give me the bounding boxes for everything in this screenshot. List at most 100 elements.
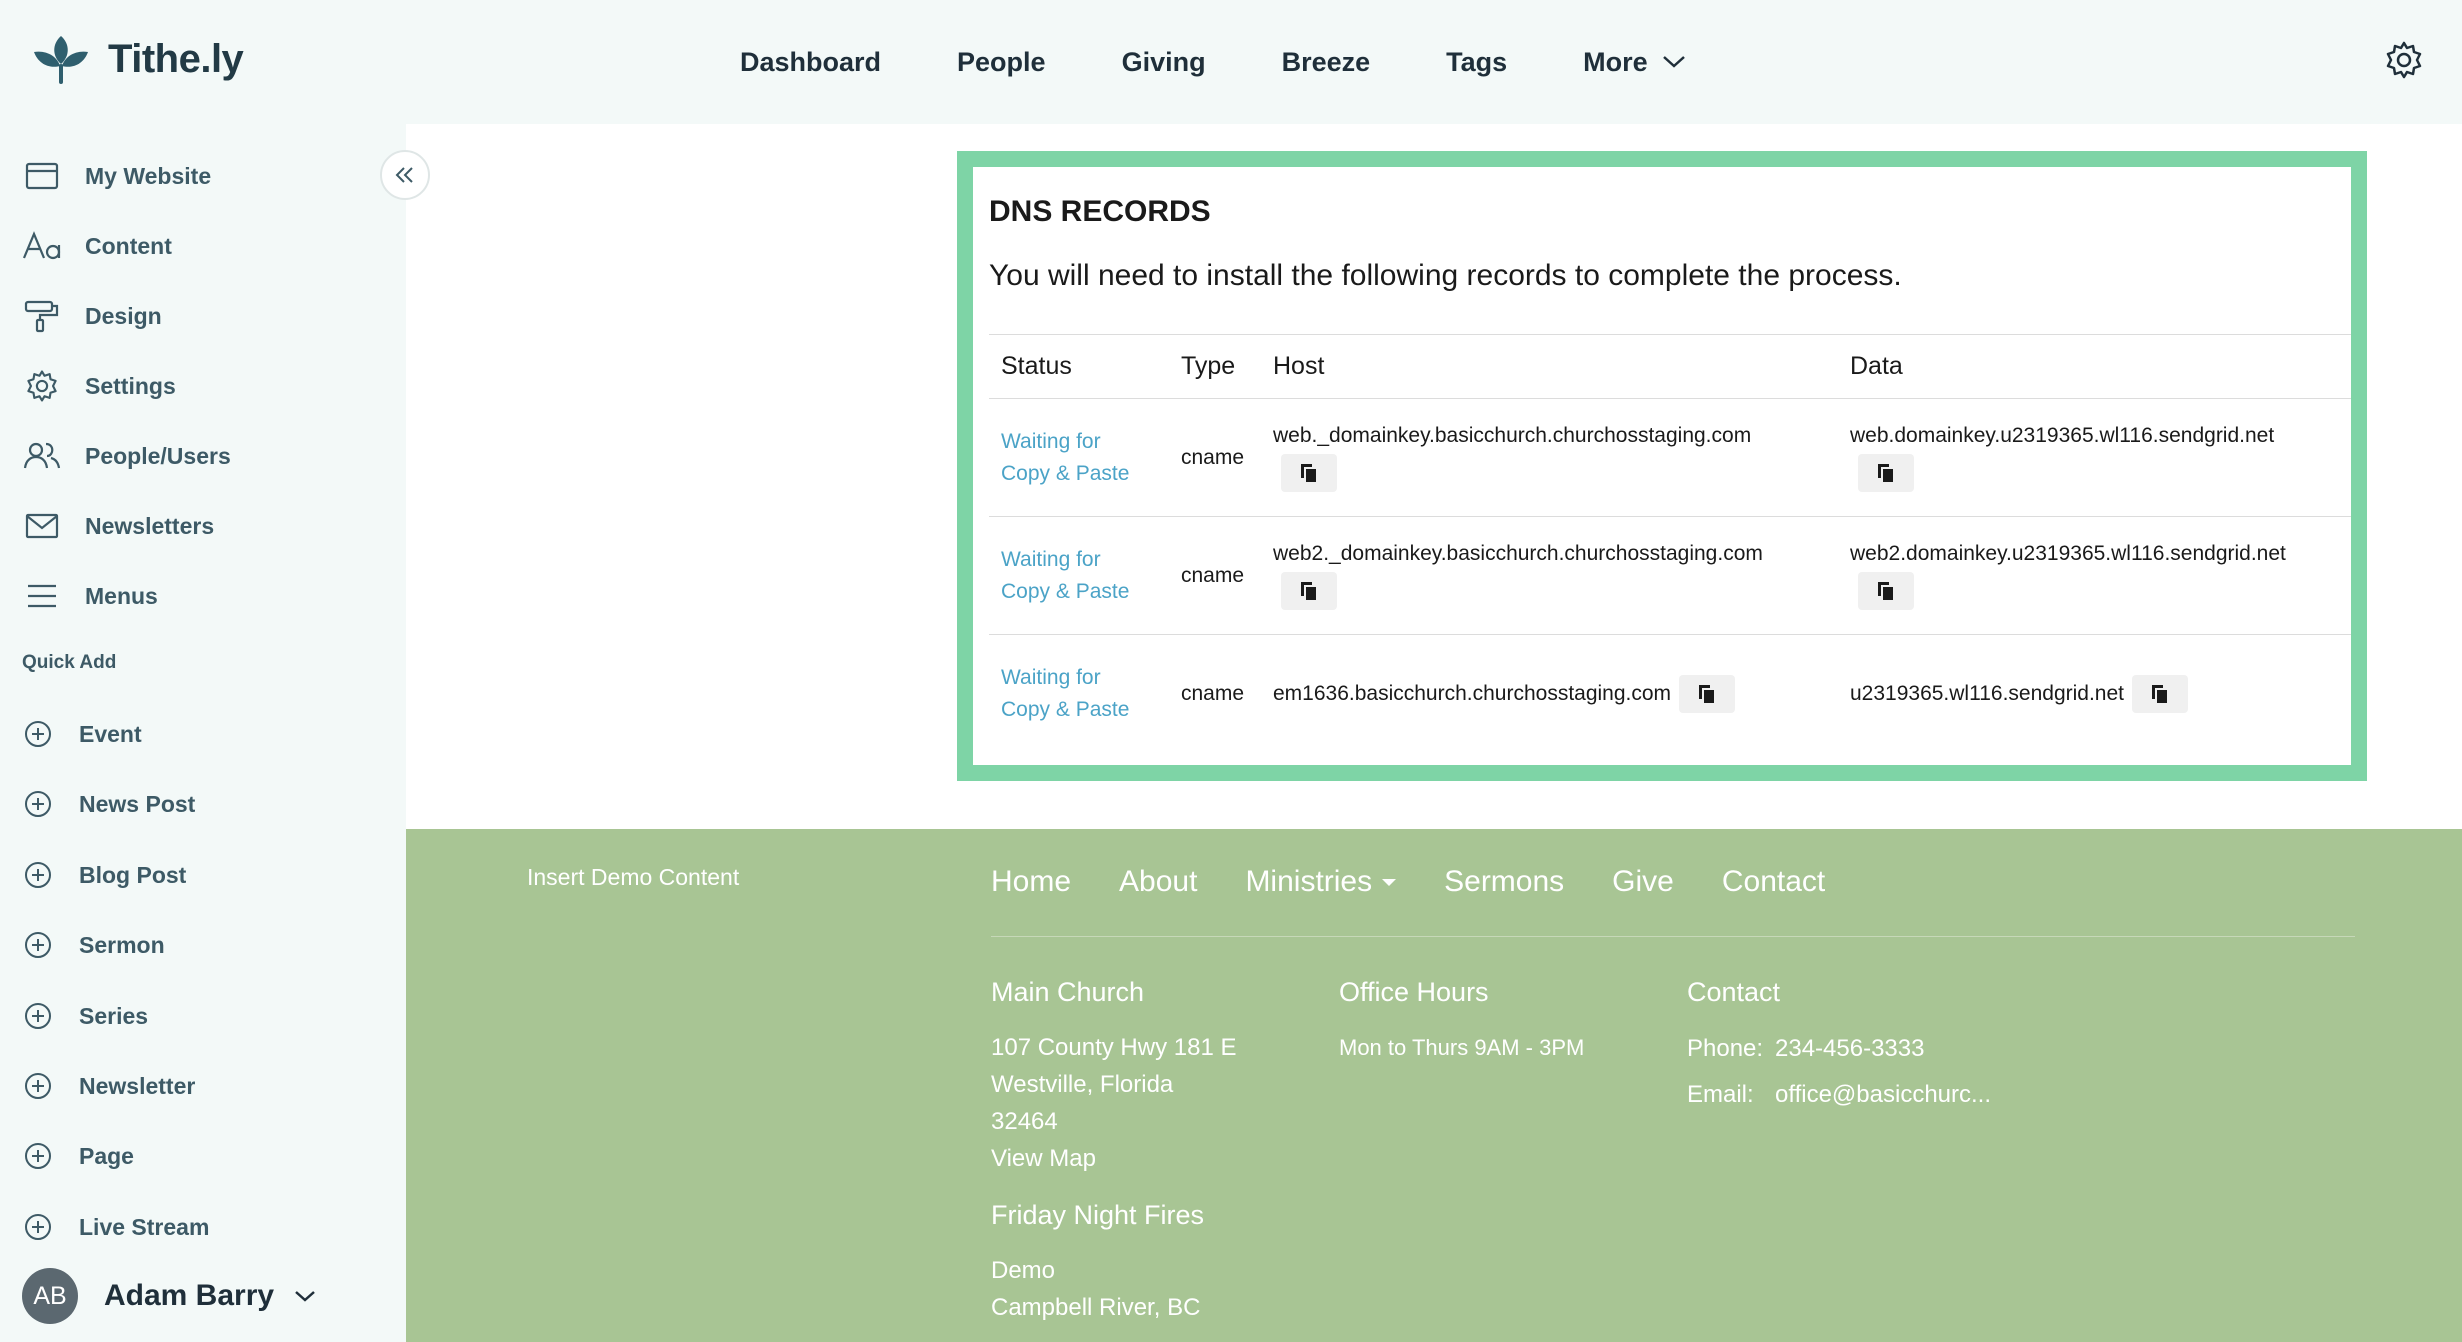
envelope-icon xyxy=(22,506,62,546)
footer-nav-about[interactable]: About xyxy=(1119,865,1197,899)
quick-add-newsletter[interactable]: Newsletter xyxy=(22,1066,195,1106)
avatar: AB xyxy=(22,1268,78,1324)
quick-add-event[interactable]: Event xyxy=(22,714,142,754)
sidebar-item-design[interactable]: Design xyxy=(22,294,162,338)
copy-host-button[interactable] xyxy=(1281,453,1337,492)
record-host: web2._domainkey.basicchurch.churchosstag… xyxy=(1273,541,1763,565)
gear-icon xyxy=(22,366,62,406)
address-line: Demo xyxy=(991,1257,1056,1284)
copy-data-button[interactable] xyxy=(1858,453,1914,492)
main-church-address: 107 County Hwy 181 E Westville, Florida … xyxy=(991,1029,1236,1177)
status-line: Waiting for xyxy=(1001,429,1101,453)
status-link[interactable]: Waiting for Copy & Paste xyxy=(1001,662,1157,726)
sidebar-item-content[interactable]: Content xyxy=(22,224,172,268)
nav-giving[interactable]: Giving xyxy=(1122,47,1206,78)
copy-icon xyxy=(1878,581,1895,602)
nav-breeze[interactable]: Breeze xyxy=(1282,47,1371,78)
brand-logo[interactable]: Tithe.ly xyxy=(30,28,244,90)
text-aa-icon xyxy=(22,226,62,266)
nav-dashboard[interactable]: Dashboard xyxy=(740,47,881,78)
copy-host-button[interactable] xyxy=(1679,674,1736,713)
office-hours-heading: Office Hours xyxy=(1339,977,1489,1007)
phone-value[interactable]: 234-456-3333 xyxy=(1775,1035,1924,1063)
chevron-down-icon xyxy=(1662,56,1685,68)
sidebar-item-settings[interactable]: Settings xyxy=(22,364,176,408)
quick-add-news-post[interactable]: News Post xyxy=(22,784,195,824)
plus-circle-icon xyxy=(22,929,54,961)
plus-circle-icon xyxy=(22,788,54,820)
insert-demo-content-link[interactable]: Insert Demo Content xyxy=(527,864,739,891)
sidebar-item-menus[interactable]: Menus xyxy=(22,574,158,618)
copy-icon xyxy=(1878,463,1895,484)
nav-tags[interactable]: Tags xyxy=(1446,47,1507,78)
friday-night-fires-heading: Friday Night Fires xyxy=(991,1200,1205,1230)
dns-title: DNS RECORDS xyxy=(989,195,1211,228)
top-bar: Tithe.ly Dashboard People Giving Breeze … xyxy=(0,0,2462,124)
tithely-leaf-icon xyxy=(34,36,88,84)
sidebar-item-label: Menus xyxy=(85,582,158,609)
sidebar-item-newsletters[interactable]: Newsletters xyxy=(22,504,214,548)
footer-nav-ministries[interactable]: Ministries xyxy=(1245,865,1397,899)
copy-icon xyxy=(2152,684,2169,705)
contact-email: Email: office@basicchurc... xyxy=(1687,1081,1991,1109)
footer-nav-sermons[interactable]: Sermons xyxy=(1444,865,1564,899)
brand-name: Tithe.ly xyxy=(108,36,244,81)
email-value[interactable]: office@basicchurc... xyxy=(1775,1081,1991,1109)
quick-add-label: News Post xyxy=(79,790,196,817)
record-data: web2.domainkey.u2319365.wl116.sendgrid.n… xyxy=(1850,541,2286,565)
status-line: Waiting for xyxy=(1001,547,1101,571)
record-host: web._domainkey.basicchurch.churchosstagi… xyxy=(1273,423,1752,447)
sidebar-item-people-users[interactable]: People/Users xyxy=(22,434,231,478)
contact-phone: Phone: 234-456-3333 xyxy=(1687,1035,1924,1063)
footer-nav-give[interactable]: Give xyxy=(1612,865,1674,899)
copy-icon xyxy=(1301,581,1318,602)
quick-add-label: Page xyxy=(79,1142,134,1169)
sidebar-item-label: Newsletters xyxy=(85,512,215,539)
collapse-sidebar-button[interactable] xyxy=(380,150,430,200)
copy-data-button[interactable] xyxy=(1858,571,1914,610)
plus-circle-icon xyxy=(22,859,54,891)
status-link[interactable]: Waiting for Copy & Paste xyxy=(1001,544,1157,608)
quick-add-sermon[interactable]: Sermon xyxy=(22,925,165,965)
status-line: Copy & Paste xyxy=(1001,579,1130,603)
quick-add-label: Sermon xyxy=(79,931,165,958)
address-line: 107 County Hwy 181 E xyxy=(991,1034,1237,1061)
table-header-row: Status Type Host Data xyxy=(989,334,2351,399)
contact-heading: Contact xyxy=(1687,977,1781,1007)
quick-add-blog-post[interactable]: Blog Post xyxy=(22,855,186,895)
footer-nav-home[interactable]: Home xyxy=(991,865,1071,899)
user-menu[interactable]: AB Adam Barry xyxy=(22,1268,316,1324)
record-host: em1636.basicchurch.churchosstaging.com xyxy=(1273,681,1672,705)
copy-host-button[interactable] xyxy=(1281,571,1337,610)
quick-add-page[interactable]: Page xyxy=(22,1136,134,1176)
column-header-host: Host xyxy=(1261,334,1838,399)
nav-people[interactable]: People xyxy=(957,47,1046,78)
plus-circle-icon xyxy=(22,1211,54,1243)
copy-icon xyxy=(1699,684,1717,705)
column-header-status: Status xyxy=(989,334,1169,399)
office-hours-text: Mon to Thurs 9AM - 3PM xyxy=(1339,1035,1585,1060)
double-chevron-left-icon xyxy=(395,167,413,183)
copy-data-button[interactable] xyxy=(2132,674,2188,713)
status-link[interactable]: Waiting for Copy & Paste xyxy=(1001,426,1157,490)
nav-more[interactable]: More xyxy=(1583,47,1686,78)
status-line: Waiting for xyxy=(1001,665,1101,689)
table-row: Waiting for Copy & Paste cname web2._doma… xyxy=(989,516,2351,635)
main-church-heading: Main Church xyxy=(991,977,1145,1007)
dns-records-table: Status Type Host Data Waiting for Copy & … xyxy=(989,334,2351,753)
quick-add-live-stream[interactable]: Live Stream xyxy=(22,1207,209,1247)
plus-circle-icon xyxy=(22,718,54,750)
site-footer: Insert Demo Content Home About Ministrie… xyxy=(406,829,2462,1342)
quick-add-series[interactable]: Series xyxy=(22,996,148,1036)
gear-icon[interactable] xyxy=(2384,40,2424,80)
sidebar-item-my-website[interactable]: My Website xyxy=(22,154,211,198)
user-name: Adam Barry xyxy=(104,1279,275,1312)
sidebar: My Website Content Design Settings Peopl… xyxy=(0,124,406,1342)
table-row: Waiting for Copy & Paste cname em1636.bas… xyxy=(989,635,2351,753)
sidebar-item-label: People/Users xyxy=(85,442,231,469)
footer-nav-contact[interactable]: Contact xyxy=(1722,865,1825,899)
view-map-link[interactable]: View Map xyxy=(991,1140,1236,1177)
quick-add-heading: Quick Add xyxy=(22,652,117,673)
dns-records-card: DNS RECORDS You will need to install the… xyxy=(957,151,2367,781)
sidebar-item-label: Settings xyxy=(85,372,176,399)
